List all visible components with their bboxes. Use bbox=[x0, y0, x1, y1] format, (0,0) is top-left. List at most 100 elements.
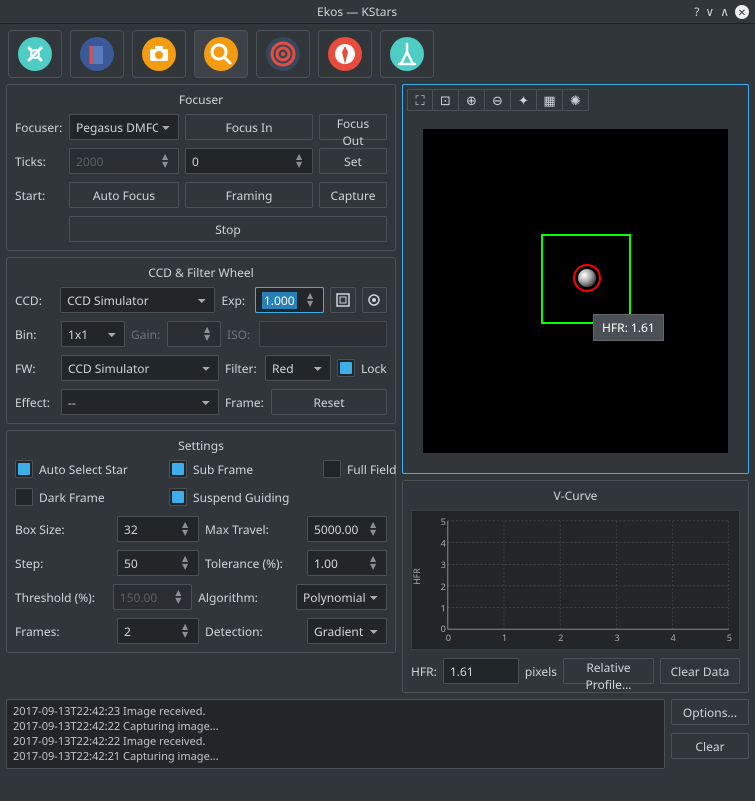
ccd-label: CCD: bbox=[15, 292, 54, 309]
help-button[interactable]: ? bbox=[694, 3, 699, 20]
titlebar: Ekos — KStars ? ∨ ∧ ✕ bbox=[0, 0, 755, 24]
frames-label: Frames: bbox=[15, 623, 111, 640]
hfr-value-field[interactable] bbox=[443, 658, 519, 684]
algorithm-select[interactable]: Polynomial bbox=[296, 584, 387, 610]
lock-checkbox[interactable]: Lock bbox=[337, 359, 387, 377]
capture-button[interactable]: Capture bbox=[319, 182, 387, 208]
vcurve-plot: 543210 012345 HFR bbox=[411, 510, 740, 650]
svg-text:4: 4 bbox=[441, 537, 446, 550]
hfr-label: HFR: bbox=[411, 663, 437, 680]
log-box[interactable]: 2017-09-13T22:42:23 Image received. 2017… bbox=[6, 699, 665, 769]
focuser-device-select[interactable]: Pegasus DMFC bbox=[69, 114, 179, 140]
svg-text:3: 3 bbox=[614, 631, 619, 644]
zoom-out-icon[interactable]: ⊖ bbox=[485, 89, 511, 111]
focuser-title: Focuser bbox=[15, 91, 387, 108]
focuser-panel: Focuser Focuser: Pegasus DMFC Focus In F… bbox=[6, 84, 396, 251]
suspend-guiding-checkbox[interactable]: Suspend Guiding bbox=[169, 488, 299, 506]
focus-tab[interactable] bbox=[194, 30, 248, 78]
clear-data-button[interactable]: Clear Data bbox=[660, 658, 740, 684]
tolerance-label: Tolerance (%): bbox=[205, 555, 301, 572]
exp-label: Exp: bbox=[221, 292, 248, 309]
log-line: 2017-09-13T22:42:21 Capturing image... bbox=[13, 749, 658, 764]
relative-profile-button[interactable]: Relative Profile... bbox=[563, 658, 654, 684]
focus-in-button[interactable]: Focus In bbox=[185, 114, 313, 140]
minimize-button[interactable]: ∨ bbox=[705, 3, 714, 20]
svg-text:2: 2 bbox=[441, 580, 446, 593]
svg-text:5: 5 bbox=[727, 631, 732, 644]
dark-frame-checkbox[interactable]: Dark Frame bbox=[15, 488, 145, 506]
stop-button[interactable]: Stop bbox=[69, 216, 387, 242]
log-line: 2017-09-13T22:42:22 Capturing image... bbox=[13, 719, 658, 734]
hfr-badge: HFR: 1.61 bbox=[593, 314, 664, 341]
star-detect-icon[interactable]: ✺ bbox=[563, 89, 589, 111]
module-toolbar bbox=[0, 24, 755, 84]
box-size-spin[interactable]: 32▲▼ bbox=[117, 516, 199, 542]
guide-tab[interactable] bbox=[318, 30, 372, 78]
options-button[interactable]: Options... bbox=[671, 699, 749, 725]
preview-image[interactable]: HFR: 1.61 bbox=[423, 129, 728, 453]
reset-frame-button[interactable]: Reset bbox=[271, 389, 387, 415]
bin-select[interactable]: 1x1 bbox=[61, 321, 125, 347]
settings-panel: Settings Auto Select Star Sub Frame Full… bbox=[6, 430, 396, 653]
gain-label: Gain: bbox=[131, 326, 161, 343]
log-line: 2017-09-13T22:42:22 Image received. bbox=[13, 734, 658, 749]
start-label: Start: bbox=[15, 187, 63, 204]
clear-log-button[interactable]: Clear bbox=[671, 733, 749, 759]
iso-select bbox=[259, 321, 387, 347]
zoom-in-icon[interactable]: ⊕ bbox=[459, 89, 485, 111]
step-spin[interactable]: 50▲▼ bbox=[117, 550, 199, 576]
max-travel-spin[interactable]: 5000.00▲▼ bbox=[307, 516, 387, 542]
filter-select[interactable]: Red bbox=[265, 355, 331, 381]
threshold-spin: 150.00▲▼ bbox=[113, 584, 193, 610]
grid-icon[interactable]: ▦ bbox=[537, 89, 563, 111]
ticks-current-spin: 2000▲▼ bbox=[69, 148, 179, 174]
step-label: Step: bbox=[15, 555, 111, 572]
setup-tab[interactable] bbox=[8, 30, 62, 78]
effect-select[interactable]: -- bbox=[61, 389, 219, 415]
detection-label: Detection: bbox=[205, 623, 301, 640]
auto-select-star-checkbox[interactable]: Auto Select Star bbox=[15, 460, 145, 478]
log-line: 2017-09-13T22:42:23 Image received. bbox=[13, 704, 658, 719]
bin-label: Bin: bbox=[15, 326, 55, 343]
focuser-label: Focuser: bbox=[15, 119, 63, 136]
svg-text:4: 4 bbox=[671, 631, 676, 644]
tolerance-spin[interactable]: 1.00▲▼ bbox=[307, 550, 387, 576]
svg-text:2: 2 bbox=[558, 631, 563, 644]
align-tab[interactable] bbox=[256, 30, 310, 78]
svg-text:0: 0 bbox=[446, 631, 451, 644]
pixels-label: pixels bbox=[525, 663, 557, 680]
vcurve-title: V-Curve bbox=[411, 487, 740, 504]
zoom-1to1-icon[interactable]: ⊡ bbox=[433, 89, 459, 111]
crosshair-icon[interactable]: ✦ bbox=[511, 89, 537, 111]
zoom-fit-icon[interactable]: ⛶ bbox=[407, 89, 433, 111]
frame-label: Frame: bbox=[225, 394, 265, 411]
fw-label: FW: bbox=[15, 360, 55, 377]
svg-text:1: 1 bbox=[502, 631, 507, 644]
box-size-label: Box Size: bbox=[15, 521, 111, 538]
ticks-label: Ticks: bbox=[15, 153, 63, 170]
window-title: Ekos — KStars bbox=[20, 3, 694, 20]
toggle-full-frame-button[interactable] bbox=[330, 287, 356, 313]
mount-tab[interactable] bbox=[380, 30, 434, 78]
close-button[interactable]: ✕ bbox=[735, 5, 749, 19]
star-dot bbox=[578, 269, 596, 287]
ccd-device-select[interactable]: CCD Simulator bbox=[60, 287, 215, 313]
scheduler-tab[interactable] bbox=[70, 30, 124, 78]
svg-text:HFR: HFR bbox=[412, 568, 423, 585]
settings-title: Settings bbox=[15, 437, 387, 454]
frames-spin[interactable]: 2▲▼ bbox=[117, 618, 199, 644]
framing-button[interactable]: Framing bbox=[185, 182, 313, 208]
exposure-spin[interactable]: 1.000▲▼ bbox=[255, 287, 324, 313]
fw-device-select[interactable]: CCD Simulator bbox=[61, 355, 219, 381]
capture-tab[interactable] bbox=[132, 30, 186, 78]
detection-select[interactable]: Gradient bbox=[307, 618, 387, 644]
preview-toolbar: ⛶ ⊡ ⊕ ⊖ ✦ ▦ ✺ bbox=[407, 89, 744, 111]
ccd-title: CCD & Filter Wheel bbox=[15, 264, 387, 281]
set-button[interactable]: Set bbox=[319, 148, 387, 174]
auto-focus-button[interactable]: Auto Focus bbox=[69, 182, 179, 208]
maximize-button[interactable]: ∧ bbox=[720, 3, 729, 20]
focus-out-button[interactable]: Focus Out bbox=[319, 114, 387, 140]
ticks-target-spin[interactable]: 0▲▼ bbox=[185, 148, 313, 174]
sub-frame-checkbox[interactable]: Sub Frame bbox=[169, 460, 299, 478]
live-video-button[interactable] bbox=[362, 287, 388, 313]
